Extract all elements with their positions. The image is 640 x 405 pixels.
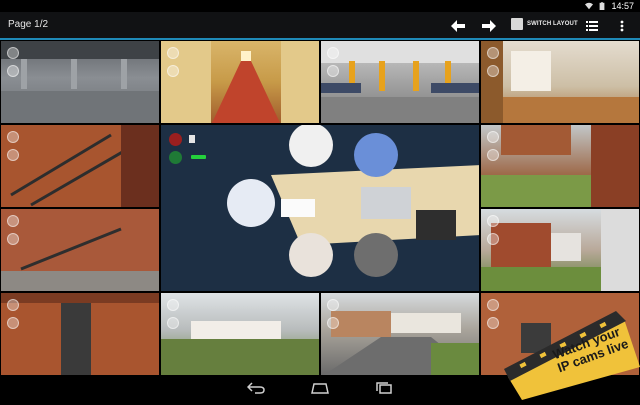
switch-layout-label: SWITCH LAYOUT	[527, 21, 578, 27]
camera-controls	[487, 299, 499, 329]
audio-icon[interactable]	[487, 149, 499, 161]
camera-feed	[321, 41, 479, 123]
camera-controls	[7, 215, 19, 245]
camera-controls	[327, 47, 339, 77]
camera-list-button[interactable]	[584, 17, 600, 35]
camera-tile-residential-2[interactable]	[320, 292, 480, 376]
camera-feed	[1, 209, 159, 291]
camera-feed	[161, 321, 319, 375]
audio-icon[interactable]	[167, 317, 179, 329]
camera-controls	[7, 131, 19, 161]
camera-feed	[161, 125, 479, 291]
camera-feed	[481, 209, 639, 291]
camera-tile-meeting-room[interactable]	[160, 124, 480, 292]
overflow-menu-icon	[620, 20, 624, 32]
status-bar: 14:57	[0, 0, 640, 12]
camera-tile-courtyard[interactable]	[480, 124, 640, 208]
record-icon[interactable]	[327, 299, 339, 311]
nav-home-icon	[311, 383, 329, 394]
camera-feed	[1, 293, 159, 375]
audio-icon[interactable]	[487, 65, 499, 77]
camera-tile-stairwell-2[interactable]	[0, 208, 160, 292]
camera-controls	[167, 47, 179, 77]
record-icon[interactable]	[7, 299, 19, 311]
audio-icon[interactable]	[487, 233, 499, 245]
previous-page-button[interactable]	[449, 17, 467, 35]
recents-button[interactable]	[375, 380, 393, 396]
snapshot-button[interactable]	[189, 135, 195, 143]
nav-recents-icon	[376, 382, 392, 394]
camera-feed	[481, 41, 639, 123]
nav-back-icon	[247, 382, 265, 394]
record-icon[interactable]	[487, 215, 499, 227]
clock: 14:57	[611, 1, 634, 11]
home-button[interactable]	[311, 380, 329, 396]
audio-icon[interactable]	[7, 233, 19, 245]
record-icon[interactable]	[7, 47, 19, 59]
camera-feed	[324, 311, 479, 375]
audio-icon[interactable]	[327, 317, 339, 329]
battery-icon	[600, 2, 605, 10]
record-icon[interactable]	[7, 215, 19, 227]
audio-icon[interactable]	[7, 149, 19, 161]
audio-icon[interactable]	[167, 65, 179, 77]
camera-tile-hallway[interactable]	[160, 40, 320, 124]
arrow-right-icon	[482, 20, 496, 32]
record-icon[interactable]	[487, 299, 499, 311]
overflow-menu-button[interactable]	[616, 17, 628, 35]
camera-tile-parking-lot[interactable]	[320, 40, 480, 124]
camera-feed	[481, 125, 639, 207]
audio-icon[interactable]	[7, 65, 19, 77]
back-button[interactable]	[247, 380, 265, 396]
camera-tile-street[interactable]	[480, 208, 640, 292]
camera-tile-residential-1[interactable]	[160, 292, 320, 376]
next-page-button[interactable]	[480, 17, 498, 35]
camera-controls	[487, 47, 499, 77]
camera-feed	[1, 125, 159, 207]
camera-controls	[327, 299, 339, 329]
record-icon[interactable]	[167, 299, 179, 311]
speaker-button[interactable]	[169, 151, 182, 164]
camera-feed	[1, 41, 159, 123]
camera-controls	[7, 299, 19, 329]
record-icon[interactable]	[327, 47, 339, 59]
camera-tile-stairwell-1[interactable]	[0, 124, 160, 208]
record-button[interactable]	[169, 133, 182, 146]
audio-icon[interactable]	[487, 317, 499, 329]
status-icons: 14:57	[585, 0, 634, 12]
camera-tile-building-entrance[interactable]	[0, 292, 160, 376]
record-icon[interactable]	[487, 131, 499, 143]
record-icon[interactable]	[487, 47, 499, 59]
switch-layout-button[interactable]: SWITCH LAYOUT	[511, 18, 578, 30]
action-bar: Page 1/2 SWITCH LAYOUT	[0, 12, 640, 40]
audio-level-bar	[191, 155, 206, 159]
audio-icon[interactable]	[7, 317, 19, 329]
camera-feed	[161, 41, 319, 123]
camera-controls	[487, 131, 499, 161]
page-indicator: Page 1/2	[8, 19, 49, 30]
layout-icon	[511, 18, 523, 30]
camera-controls	[167, 299, 179, 329]
camera-controls	[7, 47, 19, 77]
record-icon[interactable]	[167, 47, 179, 59]
arrow-left-icon	[451, 20, 465, 32]
list-icon	[586, 21, 598, 31]
camera-tile-parking-garage[interactable]	[0, 40, 160, 124]
record-icon[interactable]	[7, 131, 19, 143]
wifi-icon	[585, 2, 594, 10]
audio-icon[interactable]	[327, 65, 339, 77]
camera-controls	[487, 215, 499, 245]
camera-tile-empty-room[interactable]	[480, 40, 640, 124]
